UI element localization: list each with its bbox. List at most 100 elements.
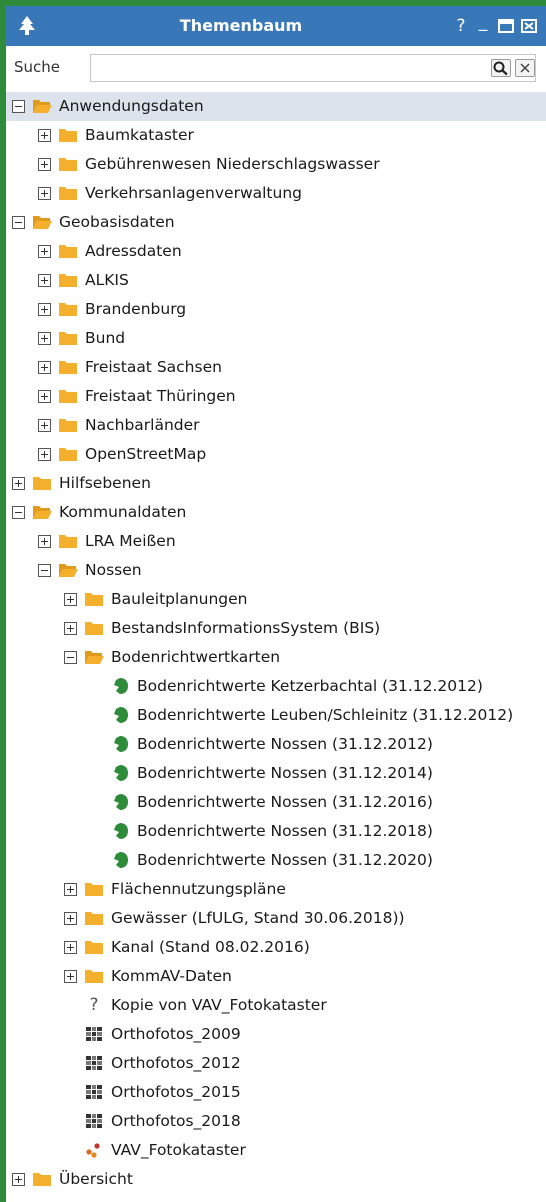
tree-node-label: Adressdaten xyxy=(85,242,182,260)
collapse-toggle[interactable] xyxy=(38,564,51,577)
expand-toggle[interactable] xyxy=(38,390,51,403)
tree-node-label: Freistaat Thüringen xyxy=(85,387,236,405)
tree-node[interactable]: Baumkataster xyxy=(6,121,546,150)
expand-toggle[interactable] xyxy=(38,274,51,287)
tree-node[interactable]: ALKIS xyxy=(6,266,546,295)
tree-node[interactable]: Bodenrichtwertkarten xyxy=(6,643,546,672)
tree-node-label: Hilfsebenen xyxy=(59,474,151,492)
help-button[interactable]: ? xyxy=(452,16,470,36)
tree-node-label: VAV_Fotokataster xyxy=(111,1141,246,1159)
tree-node[interactable]: Orthofotos_2018 xyxy=(6,1107,546,1136)
maximize-button[interactable] xyxy=(497,16,515,36)
tree-node-label: KommAV-Daten xyxy=(111,967,232,985)
tree-node[interactable]: Freistaat Sachsen xyxy=(6,353,546,382)
tree-node-label: Flächennutzungspläne xyxy=(111,880,286,898)
tree-node-label: OpenStreetMap xyxy=(85,445,207,463)
tree-node[interactable]: Nachbarländer xyxy=(6,411,546,440)
tree-node[interactable]: BestandsInformationsSystem (BIS) xyxy=(6,614,546,643)
tree-node[interactable]: Kommunaldaten xyxy=(6,498,546,527)
tree-node[interactable]: Kanal (Stand 08.02.2016) xyxy=(6,933,546,962)
layer-shape-icon xyxy=(110,764,130,782)
search-bar: Suche xyxy=(6,46,546,92)
folder-open-icon xyxy=(58,561,78,579)
folder-icon xyxy=(58,532,78,550)
tree-node[interactable]: Nossen xyxy=(6,556,546,585)
tree-node[interactable]: Bodenrichtwerte Nossen (31.12.2012) xyxy=(6,730,546,759)
minimize-button[interactable]: _ xyxy=(474,12,492,32)
tree-node[interactable]: Orthofotos_2015 xyxy=(6,1078,546,1107)
search-input[interactable] xyxy=(90,54,536,82)
expand-toggle[interactable] xyxy=(38,158,51,171)
expand-toggle[interactable] xyxy=(38,535,51,548)
tree-node[interactable]: ? Kopie von VAV_Fotokataster xyxy=(6,991,546,1020)
collapse-toggle[interactable] xyxy=(64,651,77,664)
raster-layer-icon xyxy=(84,1025,104,1043)
tree-node[interactable]: Übersicht xyxy=(6,1165,546,1194)
expand-toggle[interactable] xyxy=(12,1173,25,1186)
tree-node-label: Bodenrichtwerte Leuben/Schleinitz (31.12… xyxy=(137,706,514,724)
title-bar[interactable]: Themenbaum ? _ xyxy=(6,6,546,46)
expand-toggle[interactable] xyxy=(38,129,51,142)
tree-node-label: Bund xyxy=(85,329,126,347)
folder-icon xyxy=(84,909,104,927)
tree-node[interactable]: Orthofotos_2009 xyxy=(6,1020,546,1049)
tree-node[interactable]: Freistaat Thüringen xyxy=(6,382,546,411)
expand-toggle[interactable] xyxy=(64,593,77,606)
tree-node[interactable]: Bodenrichtwerte Nossen (31.12.2018) xyxy=(6,817,546,846)
tree-node[interactable]: OpenStreetMap xyxy=(6,440,546,469)
tree-node[interactable]: LRA Meißen xyxy=(6,527,546,556)
expand-toggle[interactable] xyxy=(38,187,51,200)
expand-toggle[interactable] xyxy=(12,477,25,490)
folder-icon xyxy=(58,126,78,144)
close-button[interactable] xyxy=(520,16,538,36)
tree-node[interactable]: Geobasisdaten xyxy=(6,208,546,237)
expand-toggle[interactable] xyxy=(64,970,77,983)
tree-node[interactable]: Brandenburg xyxy=(6,295,546,324)
expand-toggle[interactable] xyxy=(38,419,51,432)
tree-node-label: Orthofotos_2015 xyxy=(111,1083,241,1101)
expand-toggle[interactable] xyxy=(64,941,77,954)
search-button[interactable] xyxy=(491,59,511,77)
tree-node[interactable]: Bauleitplanungen xyxy=(6,585,546,614)
collapse-toggle[interactable] xyxy=(12,216,25,229)
expand-toggle[interactable] xyxy=(64,912,77,925)
tree-node-label: Orthofotos_2009 xyxy=(111,1025,241,1043)
tree-node[interactable]: Bodenrichtwerte Leuben/Schleinitz (31.12… xyxy=(6,701,546,730)
expand-toggle[interactable] xyxy=(38,448,51,461)
tree-node[interactable]: Gewässer (LfULG, Stand 30.06.2018)) xyxy=(6,904,546,933)
tree-node[interactable]: Orthofotos_2012 xyxy=(6,1049,546,1078)
tree-node[interactable]: Bodenrichtwerte Nossen (31.12.2020) xyxy=(6,846,546,875)
layer-shape-icon xyxy=(110,851,130,869)
collapse-toggle[interactable] xyxy=(12,506,25,519)
tree-node[interactable]: Adressdaten xyxy=(6,237,546,266)
tree-node-label: Orthofotos_2012 xyxy=(111,1054,241,1072)
tree-node-label: Bodenrichtwerte Ketzerbachtal (31.12.201… xyxy=(137,677,483,695)
tree-node[interactable]: Bodenrichtwerte Nossen (31.12.2014) xyxy=(6,759,546,788)
tree-node[interactable]: Hilfsebenen xyxy=(6,469,546,498)
tree-node-label: Nachbarländer xyxy=(85,416,200,434)
expand-toggle[interactable] xyxy=(38,332,51,345)
tree-node-label: Anwendungsdaten xyxy=(59,97,204,115)
expand-toggle[interactable] xyxy=(38,245,51,258)
folder-icon xyxy=(58,300,78,318)
tree-node[interactable]: Gebührenwesen Niederschlagswasser xyxy=(6,150,546,179)
layer-shape-icon xyxy=(110,793,130,811)
tree-node[interactable]: Verkehrsanlagenverwaltung xyxy=(6,179,546,208)
tree-node[interactable]: Flächennutzungspläne xyxy=(6,875,546,904)
collapse-toggle[interactable] xyxy=(12,100,25,113)
tree-node[interactable]: Bund xyxy=(6,324,546,353)
folder-icon xyxy=(58,184,78,202)
tree-node[interactable]: Bodenrichtwerte Ketzerbachtal (31.12.201… xyxy=(6,672,546,701)
tree-node[interactable]: KommAV-Daten xyxy=(6,962,546,991)
expand-toggle[interactable] xyxy=(38,303,51,316)
tree-node-label: Bodenrichtwerte Nossen (31.12.2012) xyxy=(137,735,433,753)
expand-toggle[interactable] xyxy=(64,622,77,635)
expand-toggle[interactable] xyxy=(64,883,77,896)
clear-search-button[interactable] xyxy=(515,59,535,77)
point-layer-icon xyxy=(84,1141,104,1159)
tree-node[interactable]: Anwendungsdaten xyxy=(6,92,546,121)
tree-node[interactable]: VAV_Fotokataster xyxy=(6,1136,546,1165)
tree-node[interactable]: Bodenrichtwerte Nossen (31.12.2016) xyxy=(6,788,546,817)
tree-node-label: Verkehrsanlagenverwaltung xyxy=(85,184,302,202)
expand-toggle[interactable] xyxy=(38,361,51,374)
